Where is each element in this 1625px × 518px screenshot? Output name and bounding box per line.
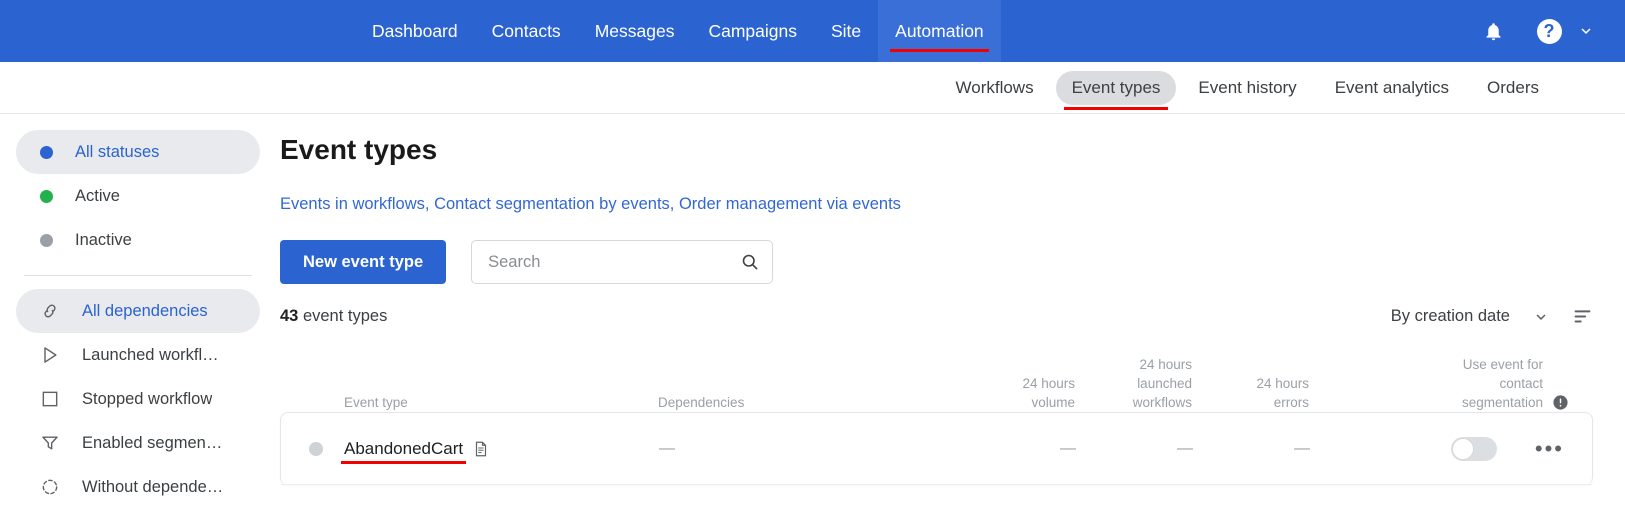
main-content: Event types Events in workflows, Contact… (272, 114, 1625, 518)
square-icon (42, 391, 58, 407)
funnel-icon (42, 436, 58, 450)
status-dot-active-icon (40, 189, 53, 203)
sidebar-item-label: Without depende… (82, 477, 224, 496)
notifications-button[interactable] (1465, 0, 1521, 62)
top-nav-right-icons: ? (1465, 0, 1625, 62)
sort-list-icon[interactable] (1572, 306, 1593, 327)
link-contact-segmentation[interactable]: Contact segmentation by events (434, 195, 670, 213)
dashed-circle-icon (42, 479, 58, 495)
sort-by-label[interactable]: By creation date (1391, 307, 1510, 326)
helper-links: Events in workflows, Contact segmentatio… (280, 195, 1593, 214)
sidebar-divider (24, 275, 252, 276)
sidebar-item-enabled-segmentation[interactable]: Enabled segmen… (16, 421, 260, 465)
tab-event-analytics[interactable]: Event analytics (1319, 71, 1465, 105)
count-and-sort-row: 43 event types By creation date (280, 306, 1593, 327)
nav-item-contacts[interactable]: Contacts (475, 0, 578, 62)
segmentation-toggle[interactable] (1450, 436, 1497, 461)
search-input[interactable] (471, 240, 774, 284)
column-header-segmentation: Use event for contact segmentation (1309, 355, 1569, 412)
sidebar-item-launched-workflows[interactable]: Launched workfl… (16, 333, 260, 377)
status-dot-all-icon (40, 145, 53, 159)
table-header-row: Event type Dependencies 24 hours volume … (280, 346, 1593, 412)
dependencies-value: — (659, 439, 675, 457)
nav-item-site[interactable]: Site (814, 0, 878, 62)
controls-row: New event type (280, 240, 1593, 284)
filter-sidebar: All statuses Active Inactive All depende… (0, 114, 272, 518)
help-button[interactable]: ? (1521, 0, 1577, 62)
new-event-type-button[interactable]: New event type (280, 240, 447, 284)
link-separator: , (669, 195, 679, 213)
info-icon[interactable] (1552, 394, 1569, 411)
tab-orders[interactable]: Orders (1471, 71, 1555, 105)
search-field-wrapper (471, 240, 774, 284)
link-separator: , (424, 195, 435, 213)
sidebar-item-label: Active (75, 186, 120, 205)
sidebar-item-label: Enabled segmen… (82, 433, 223, 452)
cell-event-type: AbandonedCart (309, 439, 659, 464)
cell-errors-24h: — (1193, 440, 1310, 458)
cell-launched-workflows-24h: — (1076, 440, 1193, 458)
event-types-table: AbandonedCart — — — — ••• (280, 412, 1593, 485)
column-header-segmentation-label: Use event for contact segmentation (1461, 356, 1543, 410)
cell-volume-24h: — (959, 440, 1076, 458)
sidebar-item-label: All dependencies (82, 301, 208, 320)
help-circle-icon: ? (1536, 18, 1562, 44)
event-types-count: 43 event types (280, 307, 387, 326)
column-header-event-type: Event type (344, 394, 408, 410)
sidebar-item-without-dependencies[interactable]: Without depende… (16, 465, 260, 509)
secondary-navigation-bar: Workflows Event types Event history Even… (0, 62, 1625, 114)
sidebar-item-label: All statuses (75, 142, 160, 161)
sort-chevron-down-icon[interactable] (1532, 308, 1550, 326)
sidebar-item-label: Inactive (75, 230, 132, 249)
top-navigation-bar: Dashboard Contacts Messages Campaigns Si… (0, 0, 1625, 62)
page-title: Event types (280, 134, 438, 165)
link-order-management[interactable]: Order management via events (679, 195, 901, 213)
account-chevron-down-icon[interactable] (1577, 22, 1595, 40)
document-icon[interactable] (472, 439, 490, 459)
cell-dependencies: — (659, 440, 959, 458)
sidebar-item-stopped-workflow[interactable]: Stopped workflow (16, 377, 260, 421)
cell-segmentation: ••• (1310, 436, 1568, 461)
play-triangle-icon (44, 347, 57, 363)
event-name-link[interactable]: AbandonedCart (340, 439, 467, 464)
link-chain-icon (44, 304, 56, 318)
tab-event-types[interactable]: Event types (1055, 70, 1177, 110)
column-header-errors-24h: 24 hours errors (1256, 375, 1309, 410)
sidebar-item-all-statuses[interactable]: All statuses (16, 130, 260, 174)
sidebar-item-active[interactable]: Active (16, 174, 260, 218)
tab-event-history[interactable]: Event history (1182, 71, 1312, 105)
errors-24h-value: — (1294, 439, 1310, 457)
status-dot-inactive-icon (40, 233, 53, 247)
nav-item-campaigns[interactable]: Campaigns (691, 0, 814, 62)
sort-controls: By creation date (1391, 306, 1593, 327)
sidebar-item-label: Launched workfl… (82, 345, 219, 364)
column-header-dependencies: Dependencies (658, 394, 745, 410)
top-nav-links: Dashboard Contacts Messages Campaigns Si… (355, 0, 1001, 62)
volume-24h-value: — (1060, 439, 1076, 457)
count-number: 43 (280, 307, 299, 325)
link-events-in-workflows[interactable]: Events in workflows (280, 195, 425, 213)
toggle-knob (1451, 437, 1474, 460)
nav-item-messages[interactable]: Messages (578, 0, 692, 62)
nav-item-dashboard[interactable]: Dashboard (355, 0, 475, 62)
sidebar-item-label: Stopped workflow (82, 389, 213, 408)
row-menu-button[interactable]: ••• (1535, 437, 1564, 460)
event-name-group: AbandonedCart (340, 439, 490, 464)
column-header-volume-24h: 24 hours volume (1022, 375, 1075, 410)
table-row[interactable]: AbandonedCart — — — — ••• (281, 413, 1592, 485)
sidebar-item-inactive[interactable]: Inactive (16, 218, 260, 262)
launched-workflows-24h-value: — (1177, 439, 1193, 457)
page-layout: All statuses Active Inactive All depende… (0, 114, 1625, 518)
nav-item-automation[interactable]: Automation (878, 0, 1001, 62)
count-label: event types (302, 307, 388, 325)
tab-workflows[interactable]: Workflows (940, 71, 1050, 105)
sidebar-item-all-dependencies[interactable]: All dependencies (16, 289, 260, 333)
column-header-launched-workflows-24h: 24 hours launched workflows (1132, 356, 1192, 410)
row-status-dot-icon (309, 441, 323, 456)
bell-icon (1486, 22, 1500, 40)
